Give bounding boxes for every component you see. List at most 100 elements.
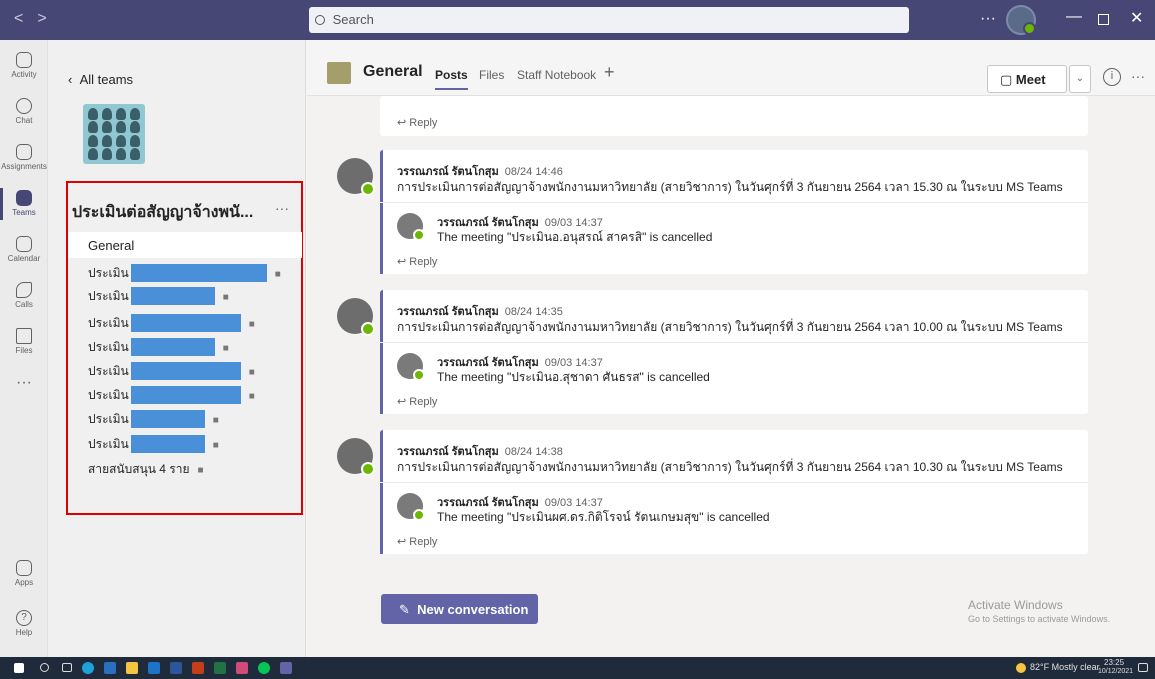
team-name[interactable]: ประเมินต่อสัญญาจ้างพนั... [72, 200, 253, 225]
rail-item-assignments[interactable]: Assignments [0, 144, 48, 171]
bell-icon [16, 52, 32, 68]
app-rail: Activity Chat Assignments Teams Calendar… [0, 40, 48, 657]
main-content: General Posts Files Staff Notebook + ▢ M… [307, 40, 1155, 657]
channel-item[interactable]: ประเมิน ■ [88, 264, 281, 282]
forward-arrow-icon[interactable]: > [37, 10, 60, 27]
clock-date[interactable]: 10/12/2021 [1098, 668, 1133, 675]
lock-icon: ■ [197, 465, 204, 476]
rail-item-files[interactable]: Files [0, 328, 48, 355]
reply-text: The meeting "ประเมินผศ.ดร.กิติโรจน์ รัตน… [437, 510, 770, 524]
channel-item[interactable]: ประเมิน ■ [88, 362, 255, 380]
avatar[interactable] [337, 438, 375, 476]
rail-item-activity[interactable]: Activity [0, 52, 48, 79]
channel-item[interactable]: ประเมิน ■ [88, 338, 229, 356]
weather-text[interactable]: 82°F Mostly clear [1030, 662, 1100, 672]
rail-item-help[interactable]: ? Help [0, 610, 48, 637]
message-time: 08/24 14:35 [504, 306, 563, 318]
tab-staff-notebook[interactable]: Staff Notebook [517, 68, 596, 82]
avatar[interactable] [337, 158, 375, 196]
lock-icon: ■ [222, 343, 229, 354]
redaction-bar [130, 314, 241, 332]
file-explorer-icon[interactable] [126, 662, 138, 674]
all-teams-link[interactable]: ‹ All teams [68, 72, 133, 87]
channel-item[interactable]: ประเมิน ■ [88, 386, 255, 404]
teams-icon [16, 190, 32, 206]
task-view-icon[interactable] [62, 663, 72, 672]
channel-item[interactable]: ประเมิน ■ [88, 410, 219, 428]
reply-button[interactable]: ↩ Reply [397, 395, 437, 408]
tab-posts[interactable]: Posts [435, 68, 468, 90]
channel-item[interactable]: ประเมิน ■ [88, 435, 219, 453]
team-more-icon[interactable]: ··· [275, 200, 289, 216]
mail-icon[interactable] [148, 662, 160, 674]
line-icon[interactable] [258, 662, 270, 674]
edge-icon[interactable] [82, 662, 94, 674]
minimize-icon[interactable]: — [1066, 8, 1082, 26]
activate-windows-sub: Go to Settings to activate Windows. [968, 614, 1111, 624]
help-icon: ? [16, 610, 32, 626]
reply-button[interactable]: ↩ Reply [397, 535, 437, 548]
nav-arrows[interactable]: <> [14, 10, 61, 28]
rail-item-calendar[interactable]: Calendar [0, 236, 48, 263]
reply-button[interactable]: ↩ Reply [397, 255, 437, 268]
avatar[interactable] [337, 298, 375, 336]
phone-icon [16, 282, 32, 298]
reply-thread: วรรณภรณ์ รัตนโกสุม 09/03 14:37 The meetin… [380, 482, 1088, 554]
profile-avatar[interactable] [1006, 5, 1036, 35]
rail-item-apps[interactable]: Apps [0, 560, 48, 587]
channel-header: General Posts Files Staff Notebook + ▢ M… [307, 40, 1155, 96]
clock-time[interactable]: 23:25 [1104, 658, 1124, 667]
reply-button[interactable]: ↩ Reply [397, 116, 437, 129]
lock-icon: ■ [212, 415, 219, 426]
lock-icon: ■ [222, 292, 229, 303]
channel-item[interactable]: สายสนับสนุน 4 ราย ■ [88, 460, 204, 478]
avatar[interactable] [397, 493, 425, 521]
channel-item[interactable]: ประเมิน ■ [88, 314, 255, 332]
lock-icon: ■ [248, 319, 255, 330]
header-more-icon[interactable]: ··· [1131, 68, 1145, 84]
reply-text: The meeting "ประเมินอ.สุชาดา ศันธรส" is … [437, 370, 710, 384]
excel-icon[interactable] [214, 662, 226, 674]
word-icon[interactable] [170, 662, 182, 674]
chat-icon [16, 98, 32, 114]
team-panel: ‹ All teams ประเมินต่อสัญญาจ้างพนั... ··… [48, 40, 306, 657]
rail-item-chat[interactable]: Chat [0, 98, 48, 125]
redaction-bar [130, 287, 215, 305]
info-icon[interactable]: i [1103, 68, 1121, 86]
maximize-icon[interactable] [1098, 14, 1109, 25]
notification-icon[interactable] [1138, 663, 1148, 672]
lock-icon: ■ [248, 367, 255, 378]
avatar[interactable] [397, 213, 425, 241]
windows-taskbar: 82°F Mostly clear 23:25 10/12/2021 [0, 657, 1155, 679]
redaction-bar [130, 362, 241, 380]
rail-item-teams[interactable]: Teams [0, 188, 48, 220]
channel-general-label: General [88, 238, 135, 253]
rail-item-calls[interactable]: Calls [0, 282, 48, 309]
search-icon[interactable] [40, 663, 49, 672]
search-input[interactable]: Search [309, 7, 909, 33]
avatar[interactable] [397, 353, 425, 381]
add-tab-button[interactable]: + [604, 62, 615, 83]
lock-icon: ■ [212, 440, 219, 451]
redaction-bar [130, 386, 241, 404]
message-text: การประเมินการต่อสัญญาจ้างพนักงานมหาวิทยา… [397, 460, 1063, 474]
meet-dropdown[interactable]: ⌄ [1069, 65, 1091, 93]
windows-start-icon[interactable] [14, 663, 24, 673]
app-icon[interactable] [236, 662, 248, 674]
search-icon [315, 15, 325, 25]
back-arrow-icon[interactable]: < [14, 10, 37, 27]
meet-button[interactable]: ▢ Meet [987, 65, 1067, 93]
powerpoint-icon[interactable] [192, 662, 204, 674]
message-time: 08/24 14:38 [504, 446, 563, 458]
more-options-icon[interactable]: ··· [980, 10, 996, 28]
tab-files[interactable]: Files [479, 68, 504, 82]
assignments-icon [16, 144, 32, 160]
new-conversation-button[interactable]: ✎ New conversation [381, 594, 538, 624]
message-time: 08/24 14:46 [504, 166, 563, 178]
close-icon[interactable]: ✕ [1130, 8, 1143, 28]
channel-item[interactable]: ประเมิน ■ [88, 287, 229, 305]
calculator-icon[interactable] [104, 662, 116, 674]
more-apps-icon[interactable]: ··· [0, 374, 48, 392]
teams-taskbar-icon[interactable] [280, 662, 292, 674]
team-logo [83, 104, 145, 164]
